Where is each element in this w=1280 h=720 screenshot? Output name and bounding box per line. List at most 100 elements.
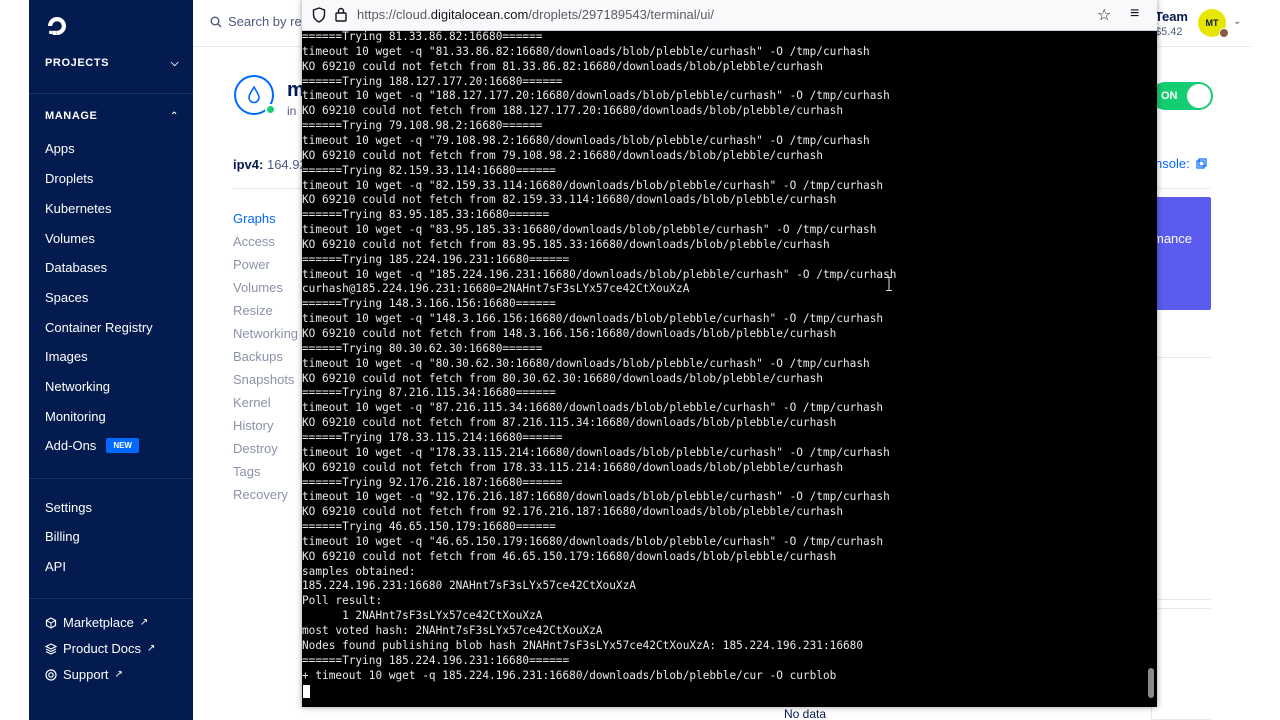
chevron-up-icon: ⌃ (170, 110, 179, 122)
chevron-down-icon: ⌵ (170, 57, 179, 69)
sidebar-item-marketplace[interactable]: Marketplace ↗ (45, 615, 148, 630)
tab-power[interactable]: Power (233, 257, 298, 280)
graph-card (1151, 608, 1211, 720)
terminal-line: KO 69210 could not fetch from 188.127.17… (302, 104, 843, 118)
lock-icon[interactable] (335, 7, 347, 22)
bookmark-star-icon[interactable]: ☆ (1097, 5, 1111, 25)
terminal-line: ======Trying 81.33.86.82:16680====== (302, 31, 543, 43)
search-input[interactable]: Search by res (210, 14, 308, 29)
terminal-line: KO 69210 could not fetch from 82.159.33.… (302, 193, 837, 207)
tab-tags[interactable]: Tags (233, 464, 298, 487)
terminal-line: timeout 10 wget -q "185.224.196.231:1668… (302, 267, 897, 281)
sidebar-item-support[interactable]: Support ↗ (45, 667, 123, 682)
left-gutter (0, 0, 29, 720)
tab-access[interactable]: Access (233, 234, 298, 257)
team-name[interactable]: Team (1155, 9, 1188, 24)
terminal-cursor (303, 685, 310, 698)
digitalocean-logo-icon[interactable] (45, 14, 69, 38)
console-link[interactable]: nsole: (1155, 156, 1207, 171)
power-toggle[interactable]: ON (1151, 82, 1213, 110)
terminal-line: timeout 10 wget -q "46.65.150.179:16680/… (302, 534, 884, 548)
tab-volumes[interactable]: Volumes (233, 280, 298, 303)
right-gutter (1251, 0, 1280, 720)
terminal-line: ======Trying 148.3.166.156:16680====== (302, 297, 556, 311)
tab-snapshots[interactable]: Snapshots (233, 372, 298, 395)
sidebar-item-images[interactable]: Images (45, 349, 88, 364)
tab-backups[interactable]: Backups (233, 349, 298, 372)
sidebar-item-spaces[interactable]: Spaces (45, 290, 88, 305)
sidebar-item-settings[interactable]: Settings (45, 500, 92, 515)
terminal-line: timeout 10 wget -q "79.108.98.2:16680/do… (302, 133, 870, 147)
sidebar-item-add-ons[interactable]: Add-Ons NEW (45, 438, 139, 453)
marketplace-icon (45, 616, 57, 629)
sidebar-item-monitoring[interactable]: Monitoring (45, 409, 106, 424)
search-placeholder: Search by res (228, 14, 309, 29)
external-window-icon (1196, 158, 1207, 169)
docs-icon (45, 642, 57, 655)
sidebar-item-product-docs-label: Product Docs (63, 641, 142, 656)
sidebar-item-apps[interactable]: Apps (45, 141, 75, 156)
terminal-line: KO 69210 could not fetch from 46.65.150.… (302, 549, 837, 563)
sidebar-item-volumes[interactable]: Volumes (45, 231, 95, 246)
terminal-line: timeout 10 wget -q "83.95.185.33:16680/d… (302, 223, 877, 237)
sidebar-divider (29, 598, 193, 599)
menu-icon[interactable]: ≡ (1130, 5, 1139, 23)
sidebar-divider (29, 93, 193, 94)
sidebar-item-container-registry[interactable]: Container Registry (45, 320, 153, 335)
url-prefix: https://cloud. (357, 7, 431, 22)
account-balance: $5.42 (1155, 26, 1183, 38)
sidebar-item-add-ons-label: Add-Ons (45, 438, 97, 453)
terminal-line: timeout 10 wget -q "178.33.115.214:16680… (302, 445, 890, 459)
terminal-line: timeout 10 wget -q "80.30.62.30:16680/do… (302, 356, 870, 370)
terminal-line: timeout 10 wget -q "82.159.33.114:16680/… (302, 178, 884, 192)
terminal-line: ======Trying 80.30.62.30:16680====== (302, 341, 543, 355)
power-toggle-label: ON (1161, 90, 1178, 102)
tab-graphs[interactable]: Graphs (233, 211, 298, 234)
console-link-label: nsole: (1155, 156, 1190, 171)
search-icon (210, 16, 222, 27)
terminal-line: KO 69210 could not fetch from 80.30.62.3… (302, 371, 823, 385)
no-data-label: No data (784, 707, 827, 720)
terminal-scrollbar[interactable] (1148, 668, 1154, 698)
url-text[interactable]: https://cloud.digitalocean.com/droplets/… (357, 7, 714, 22)
sidebar-item-droplets[interactable]: Droplets (45, 171, 93, 186)
chevron-down-icon[interactable]: ⌄ (1233, 16, 1241, 27)
shield-icon[interactable] (312, 7, 326, 23)
terminal-line: ======Trying 46.65.150.179:16680====== (302, 520, 556, 534)
terminal-line: ======Trying 188.127.177.20:16680====== (302, 74, 563, 88)
ipv4-value[interactable]: 164.92 (267, 157, 307, 172)
external-link-icon: ↗ (147, 643, 156, 654)
support-icon (45, 668, 57, 681)
tab-networking[interactable]: Networking (233, 326, 298, 349)
tab-resize[interactable]: Resize (233, 303, 298, 326)
sidebar-item-networking[interactable]: Networking (45, 379, 110, 394)
manage-section-toggle[interactable]: MANAGE ⌃ (45, 110, 179, 122)
sidebar-item-product-docs[interactable]: Product Docs ↗ (45, 641, 155, 656)
terminal-line: samples obtained: (302, 564, 416, 578)
promo-banner[interactable]: mance (1151, 197, 1211, 310)
projects-section-toggle[interactable]: PROJECTS ⌵ (45, 57, 179, 69)
terminal[interactable]: ======Trying 81.33.86.82:16680====== time… (302, 31, 1157, 707)
toggle-knob (1187, 84, 1211, 108)
new-badge: NEW (106, 438, 139, 453)
tab-destroy[interactable]: Destroy (233, 441, 298, 464)
projects-section-label: PROJECTS (45, 57, 110, 69)
tab-recovery[interactable]: Recovery (233, 487, 298, 510)
terminal-line: KO 69210 could not fetch from 81.33.86.8… (302, 59, 823, 73)
terminal-line: timeout 10 wget -q "188.127.177.20:16680… (302, 89, 890, 103)
sidebar-item-kubernetes[interactable]: Kubernetes (45, 201, 112, 216)
sidebar-item-databases[interactable]: Databases (45, 260, 107, 275)
external-link-icon: ↗ (139, 617, 149, 628)
console-popup-window: https://cloud.digitalocean.com/droplets/… (302, 0, 1157, 707)
terminal-line: ======Trying 79.108.98.2:16680====== (302, 119, 543, 133)
sidebar: PROJECTS ⌵ MANAGE ⌃ Apps Droplets Kubern… (29, 0, 193, 720)
terminal-line: KO 69210 could not fetch from 148.3.166.… (302, 327, 837, 340)
sidebar-item-api[interactable]: API (45, 559, 66, 574)
tab-kernel[interactable]: Kernel (233, 395, 298, 418)
url-suffix: /droplets/297189543/terminal/ui/ (528, 7, 715, 22)
tab-history[interactable]: History (233, 418, 298, 441)
sidebar-item-billing[interactable]: Billing (45, 529, 80, 544)
manage-section-label: MANAGE (45, 110, 98, 122)
address-bar[interactable]: https://cloud.digitalocean.com/droplets/… (302, 0, 1157, 31)
url-domain: digitalocean.com (430, 7, 529, 22)
